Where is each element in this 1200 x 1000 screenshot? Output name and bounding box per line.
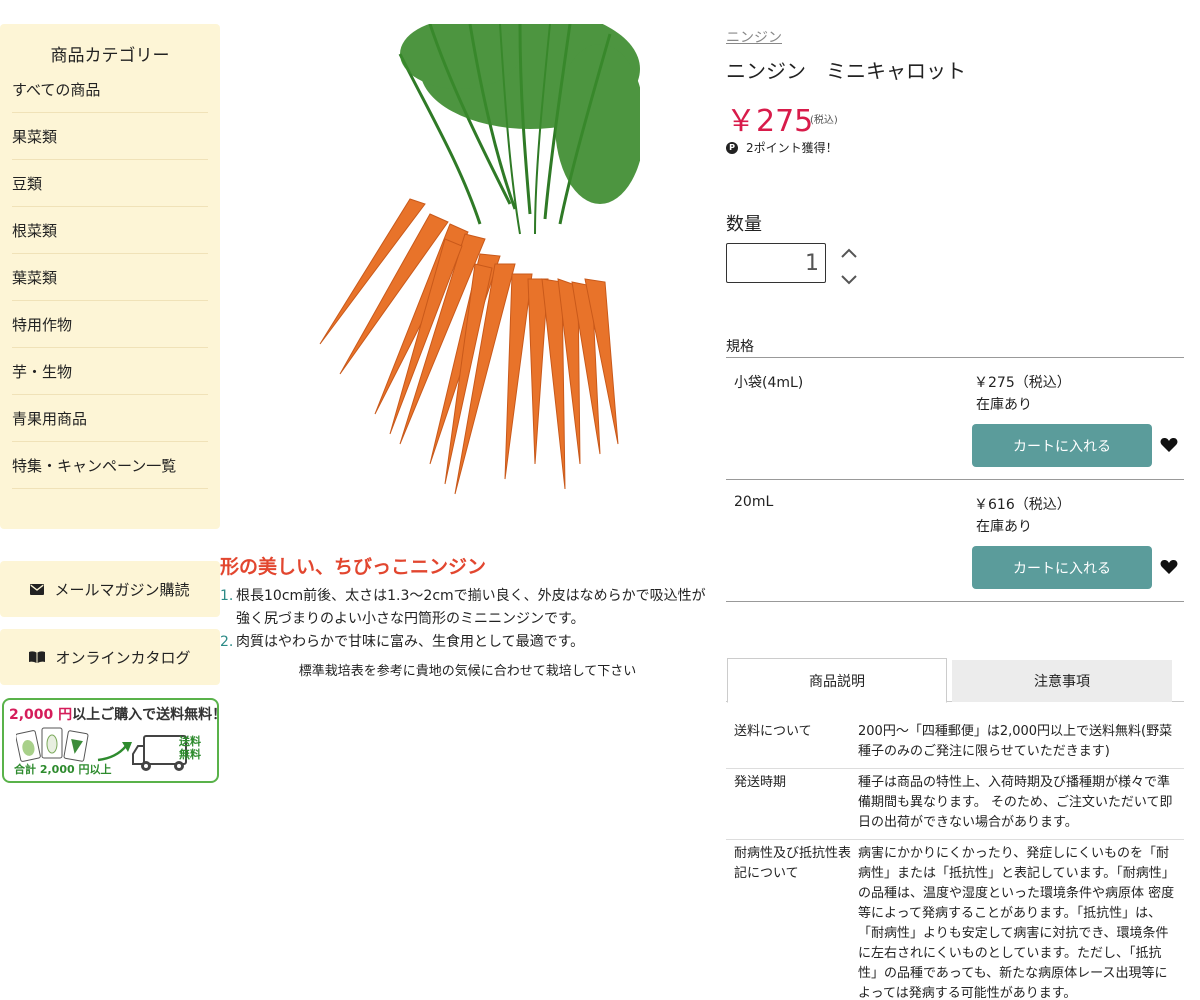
variant-name: 20mL xyxy=(734,494,774,510)
description-point: 2. 肉質はやわらかで甘味に富み、生食用として最適です。 xyxy=(220,634,585,650)
points-earned: P 2ポイント獲得！ xyxy=(726,139,838,156)
cultivation-note: 標準栽培表を参考に貴地の気候に合わせて栽培して下さい xyxy=(298,664,637,679)
category-item-potatoes[interactable]: 芋・生物 xyxy=(12,348,208,395)
online-catalog-button[interactable]: オンラインカタログ xyxy=(0,629,220,685)
category-item-root-vegetables[interactable]: 根菜類 xyxy=(12,207,208,254)
seed-packets-icon xyxy=(16,727,89,762)
category-title: 商品カテゴリー xyxy=(50,46,170,66)
info-value: 200円〜「四種郵便」は2,000円以上で送料無料(野菜種子のみのご発注に限らせ… xyxy=(858,718,1184,769)
mail-magazine-label: メールマガジン購読 xyxy=(54,580,190,599)
category-item-fresh-produce[interactable]: 青果用商品 xyxy=(12,395,208,442)
points-text: 2ポイント獲得！ xyxy=(746,141,838,155)
product-description: 形の美しい、ちびっこニンジン 1. 根長10cm前後、太さは1.3〜2cmで揃い良… xyxy=(220,552,715,679)
description-title: 形の美しい、ちびっこニンジン xyxy=(220,556,487,578)
info-value: 種子は商品の特性上、入荷時期及び播種期が様々で準備期間も異なります。 そのため、… xyxy=(858,768,1184,840)
category-item-fruit-vegetables[interactable]: 果菜類 xyxy=(12,113,208,160)
points-icon: P xyxy=(726,141,738,154)
variant-row: 20mL ￥616（税込） 在庫あり カートに入れる xyxy=(726,480,1184,602)
free-shipping-amount: 2,000 円 xyxy=(9,707,73,723)
category-sidebar: 商品カテゴリー すべての商品 果菜類 豆類 根菜類 葉菜類 特用作物 芋・生物 … xyxy=(0,24,220,529)
product-info-table: 送料について 200円〜「四種郵便」は2,000円以上で送料無料(野菜種子のみの… xyxy=(726,718,1184,1000)
variant-stock-status: 在庫あり xyxy=(976,519,1032,535)
variant-name: 小袋(4mL) xyxy=(734,375,804,391)
add-to-cart-button[interactable]: カートに入れる xyxy=(972,424,1152,467)
category-list: すべての商品 果菜類 豆類 根菜類 葉菜類 特用作物 芋・生物 青果用商品 特集… xyxy=(0,67,220,489)
description-points: 1. 根長10cm前後、太さは1.3〜2cmで揃い良く、外皮はなめらかで吸込性が強… xyxy=(220,585,715,654)
heart-icon[interactable] xyxy=(1160,437,1178,453)
table-row: 耐病性及び抵抗性表記について 病害にかかりにくかったり、発症しにくいものを「耐病… xyxy=(726,839,1184,1000)
category-item-all[interactable]: すべての商品 xyxy=(12,67,208,113)
product-title: ニンジン ミニキャロット xyxy=(726,59,966,83)
free-shipping-headline: 2,000 円以上ご購入で送料無料！ xyxy=(4,700,217,724)
category-item-beans[interactable]: 豆類 xyxy=(12,160,208,207)
envelope-icon xyxy=(30,583,45,595)
chevron-down-icon[interactable] xyxy=(840,272,858,286)
category-item-special-crops[interactable]: 特用作物 xyxy=(12,301,208,348)
quantity-input[interactable] xyxy=(726,243,826,283)
product-image xyxy=(319,24,640,495)
spec-label: 規格 xyxy=(726,339,754,355)
table-row: 発送時期 種子は商品の特性上、入荷時期及び播種期が様々で準備期間も異なります。 … xyxy=(726,768,1184,840)
carrot-foliage xyxy=(400,24,640,204)
chevron-up-icon[interactable] xyxy=(840,247,858,261)
info-key: 送料について xyxy=(726,718,858,769)
category-item-leaf-vegetables[interactable]: 葉菜類 xyxy=(12,254,208,301)
arrow-right-icon xyxy=(97,742,132,762)
product-price: ￥275 xyxy=(726,104,814,139)
quantity-label: 数量 xyxy=(726,214,762,235)
variant-price: ￥616（税込） xyxy=(974,497,1071,513)
mail-magazine-button[interactable]: メールマガジン購読 xyxy=(0,561,220,617)
variant-price: ￥275（税込） xyxy=(974,375,1071,391)
info-key: 発送時期 xyxy=(726,768,858,840)
add-to-cart-button[interactable]: カートに入れる xyxy=(972,546,1152,589)
info-value: 病害にかかりにくかったり、発症しにくいものを「耐病性」または「抵抗性」と表記して… xyxy=(858,839,1184,1000)
breadcrumb-category-link[interactable]: ニンジン xyxy=(726,27,782,47)
truck-text: 送料無料 xyxy=(179,735,201,761)
heart-icon[interactable] xyxy=(1160,559,1178,575)
category-item-campaigns[interactable]: 特集・キャンペーン一覧 xyxy=(12,442,208,489)
tab-notes[interactable]: 注意事項 xyxy=(952,660,1172,702)
info-key: 耐病性及び抵抗性表記について xyxy=(726,839,858,1000)
tab-product-description[interactable]: 商品説明 xyxy=(727,658,947,703)
free-shipping-banner[interactable]: 2,000 円以上ご購入で送料無料！ 送料無料 合計 2,000 円以上 xyxy=(2,698,219,783)
book-open-icon xyxy=(29,651,46,663)
free-shipping-total-note: 合計 2,000 円以上 xyxy=(14,763,112,776)
description-point: 1. 根長10cm前後、太さは1.3〜2cmで揃い良く、外皮はなめらかで吸込性が強… xyxy=(220,588,706,627)
free-shipping-text: 以上ご購入で送料無料！ xyxy=(72,707,219,723)
variant-row: 小袋(4mL) ￥275（税込） 在庫あり カートに入れる xyxy=(726,358,1184,480)
product-tabs: 商品説明 注意事項 xyxy=(726,658,1184,703)
price-tax-label: (税込) xyxy=(810,115,838,126)
online-catalog-label: オンラインカタログ xyxy=(55,648,191,667)
table-row: 送料について 200円〜「四種郵便」は2,000円以上で送料無料(野菜種子のみの… xyxy=(726,718,1184,769)
carrots xyxy=(319,198,619,495)
variant-stock-status: 在庫あり xyxy=(976,397,1032,413)
